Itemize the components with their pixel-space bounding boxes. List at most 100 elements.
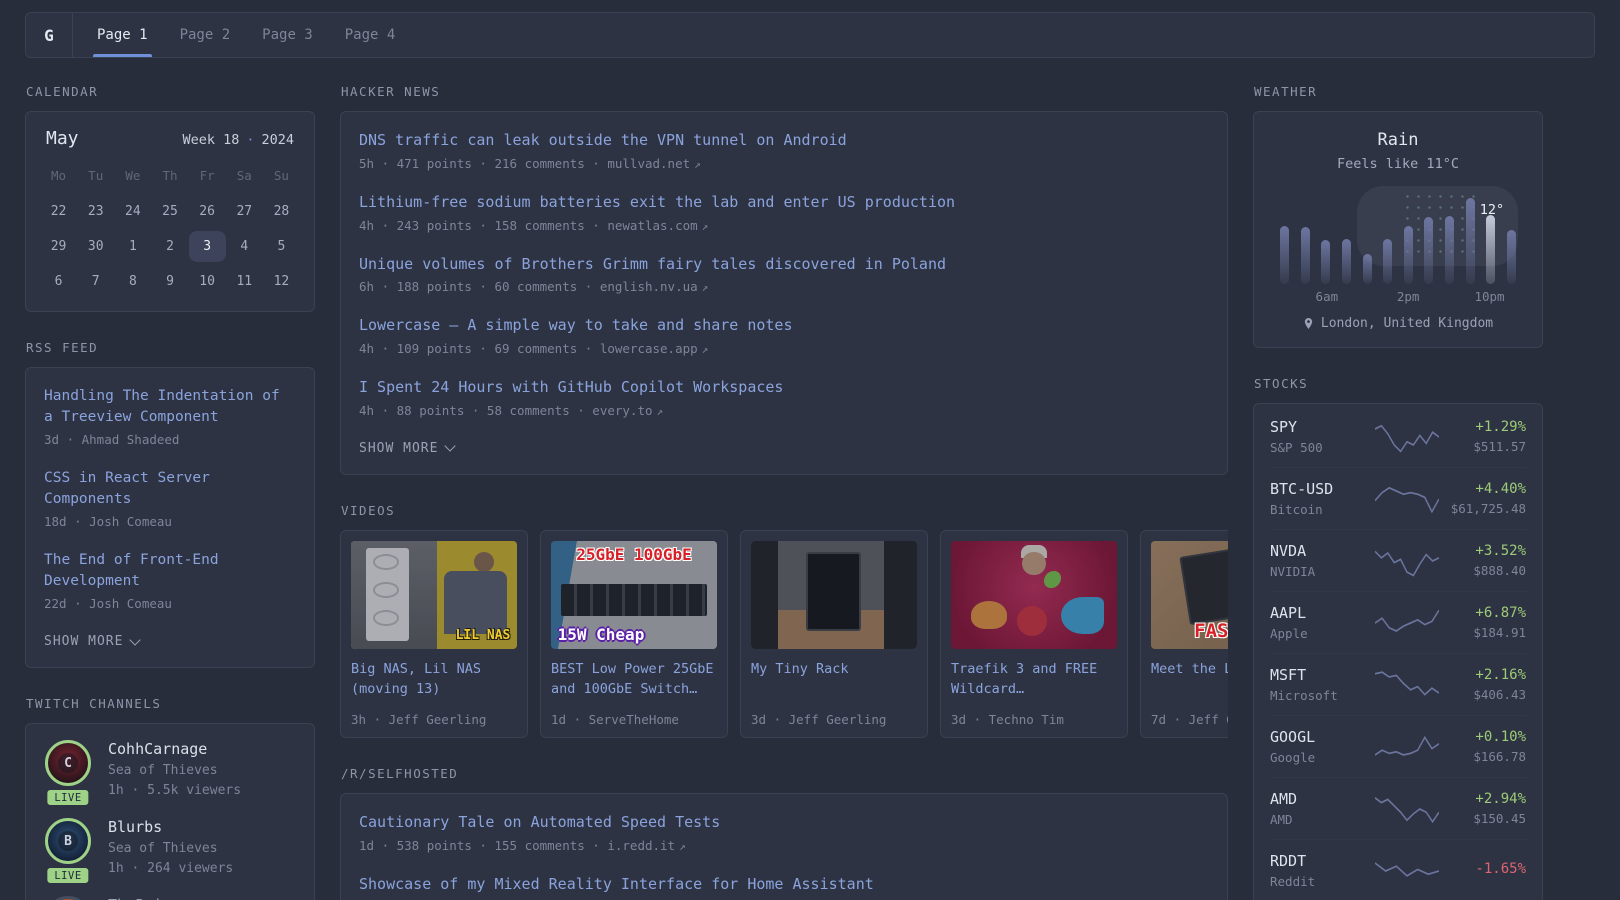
weather-current-temp: 12° [1479, 202, 1505, 218]
weather-bar [1506, 230, 1516, 284]
stock-row: BTC-USD Bitcoin +4.40% $61,725.48 [1270, 467, 1526, 529]
weather-location: London, United Kingdom [1272, 316, 1524, 331]
stock-row: SPY S&P 500 +1.29% $511.57 [1270, 406, 1526, 467]
stock-row: AMD AMD +2.94% $150.45 [1270, 777, 1526, 839]
hn-item-meta: 4h · 109 points · 69 comments · lowercas… [359, 341, 698, 356]
twitch-avatar[interactable]: B [45, 818, 91, 865]
hn-item: Lowercase – A simple way to take and sha… [359, 315, 1209, 356]
tab-page-2[interactable]: Page 2 [180, 13, 231, 57]
twitch-title: TWITCH CHANNELS [26, 696, 162, 712]
tab-page-1[interactable]: Page 1 [93, 13, 152, 57]
video-thumbnail[interactable]: LIL NAS [351, 540, 517, 649]
twitch-avatar[interactable] [45, 896, 91, 900]
hn-item-link[interactable]: Lithium-free sodium batteries exit the l… [359, 192, 1209, 214]
twitch-avatar[interactable]: C [45, 740, 91, 787]
external-link-icon: ↗ [679, 839, 686, 853]
stock-change: +3.52% [1475, 543, 1526, 559]
hn-item-meta: 5h · 471 points · 216 comments · mullvad… [359, 155, 691, 171]
show-more-label: SHOW MORE [359, 440, 439, 456]
video-title-link[interactable]: My Tiny Rack [751, 659, 917, 679]
video-thumbnail[interactable] [751, 540, 917, 649]
twitch-viewers: 1h · 5.5k viewers [108, 782, 242, 798]
hn-item-meta: 4h · 88 points · 58 comments · every.to [359, 402, 653, 418]
hn-item-link[interactable]: Lowercase – A simple way to take and sha… [359, 315, 1209, 337]
video-meta: 3d · Techno Tim [951, 711, 1064, 727]
rss-item-meta: 3d · Ahmad Shadeed [44, 432, 180, 448]
calendar-day: 25 [162, 204, 178, 219]
external-link-icon: ↗ [701, 219, 709, 233]
app-logo[interactable]: G [26, 13, 72, 57]
stock-ticker[interactable]: NVDA [1270, 542, 1374, 560]
stock-ticker[interactable]: BTC-USD [1270, 480, 1374, 498]
hn-item-link[interactable]: I Spent 24 Hours with GitHub Copilot Wor… [359, 377, 1209, 399]
twitch-channel-name[interactable]: CohhCarnage [108, 740, 241, 758]
twitch-widget: TWITCH CHANNELS C LIVE CohhCarnage Sea o… [25, 696, 315, 900]
rss-item-link[interactable]: CSS in React Server Components [44, 468, 296, 510]
video-title-link[interactable]: BEST Low Power 25GbE and 100GbE Switch… [551, 659, 717, 700]
video-thumbnail[interactable] [951, 540, 1117, 649]
video-card: LIL NAS Big NAS, Lil NAS (moving 13) 3h … [340, 529, 528, 738]
nav-divider [72, 13, 73, 57]
hn-show-more-button[interactable]: SHOW MORE [359, 440, 457, 456]
hacker-news-title: HACKER NEWS [341, 84, 441, 99]
video-meta: 7d · Jeff Geerling [1151, 711, 1228, 727]
videos-row: LIL NAS Big NAS, Lil NAS (moving 13) 3h … [340, 529, 1228, 738]
stock-ticker[interactable]: RDDT [1270, 852, 1374, 870]
stock-name: NVIDIA [1270, 564, 1316, 579]
stocks-list: SPY S&P 500 +1.29% $511.57 BTC-USD Bitcoin +4.… [1253, 403, 1543, 900]
twitch-channel-name[interactable]: ThePrimeagen [108, 896, 216, 900]
external-link-icon: ↗ [656, 404, 664, 418]
stock-ticker[interactable]: AMD [1270, 790, 1374, 808]
twitch-channel-row: B LIVE Blurbs Sea of Thieves 1h · 264 vi… [42, 818, 298, 886]
live-badge: LIVE [45, 866, 91, 886]
video-meta: 3h · Jeff Geerling [351, 711, 487, 727]
stock-sparkline [1374, 607, 1440, 639]
twitch-channel-name[interactable]: Blurbs [108, 818, 233, 836]
middle-column: HACKER NEWS DNS traffic can leak outside… [340, 84, 1228, 900]
stock-name: Google [1270, 750, 1316, 765]
video-title-link[interactable]: Meet the Linux Clu [1151, 659, 1228, 679]
twitch-channel-row: C LIVE CohhCarnage Sea of Thieves 1h · 5… [42, 740, 298, 808]
hn-item: I Spent 24 Hours with GitHub Copilot Wor… [359, 377, 1209, 418]
tab-page-4[interactable]: Page 4 [345, 13, 396, 57]
weather-bar [1341, 239, 1351, 284]
live-badge: LIVE [45, 788, 91, 808]
calendar-widget: CALENDAR May Week 18 · 2024 Mo Tu We Th Fr Sa… [25, 84, 315, 312]
stock-change: +2.16% [1475, 667, 1526, 683]
calendar-weekday: We [125, 168, 141, 183]
video-title-link[interactable]: Big NAS, Lil NAS (moving 13) [351, 659, 517, 700]
stock-ticker[interactable]: GOOGL [1270, 728, 1374, 746]
weather-hourly-chart: 6am 2pm 10pm 12° [1276, 186, 1520, 304]
calendar-week: Week 18 [182, 132, 240, 148]
calendar-day: 11 [236, 274, 253, 289]
reddit-item-link[interactable]: Showcase of my Mixed Reality Interface f… [359, 874, 1209, 896]
video-thumbnail[interactable]: FAST [1151, 540, 1228, 649]
reddit-item-link[interactable]: Cautionary Tale on Automated Speed Tests [359, 812, 1209, 834]
rss-item-link[interactable]: Handling The Indentation of a Treeview C… [44, 386, 296, 428]
tab-page-3[interactable]: Page 3 [262, 13, 313, 57]
stock-ticker[interactable]: AAPL [1270, 604, 1374, 622]
stock-ticker[interactable]: MSFT [1270, 666, 1374, 684]
external-link-icon: ↗ [701, 281, 709, 295]
rss-item-link[interactable]: The End of Front-End Development [44, 550, 296, 592]
rss-show-more-button[interactable]: SHOW MORE [44, 633, 142, 650]
hn-item-link[interactable]: DNS traffic can leak outside the VPN tun… [359, 130, 1209, 152]
stock-change: +4.40% [1475, 481, 1526, 497]
stock-row: MSFT Microsoft +2.16% $406.43 [1270, 653, 1526, 715]
video-thumbnail[interactable]: 25GbE 100GbE 15W Cheap [551, 540, 717, 649]
hn-item-link[interactable]: Unique volumes of Brothers Grimm fairy t… [359, 254, 1209, 276]
weather-title: WEATHER [1254, 84, 1318, 99]
twitch-channel-row: ThePrimeagen [42, 896, 298, 900]
show-more-label: SHOW MORE [44, 634, 124, 650]
stock-value: $166.78 [1473, 749, 1526, 764]
stock-value: $150.45 [1473, 811, 1526, 826]
video-title-link[interactable]: Traefik 3 and FREE Wildcard… [951, 659, 1117, 700]
weather-location-text: London, United Kingdom [1320, 316, 1494, 331]
video-meta: 1d · ServeTheHome [551, 711, 679, 727]
calendar-weekday: Th [162, 168, 178, 183]
videos-title: VIDEOS [341, 502, 396, 518]
calendar-day: 12 [273, 274, 290, 289]
stock-name: Reddit [1270, 874, 1316, 889]
stock-ticker[interactable]: SPY [1270, 418, 1374, 436]
video-card: 25GbE 100GbE 15W Cheap BEST Low Power 25… [540, 529, 728, 738]
